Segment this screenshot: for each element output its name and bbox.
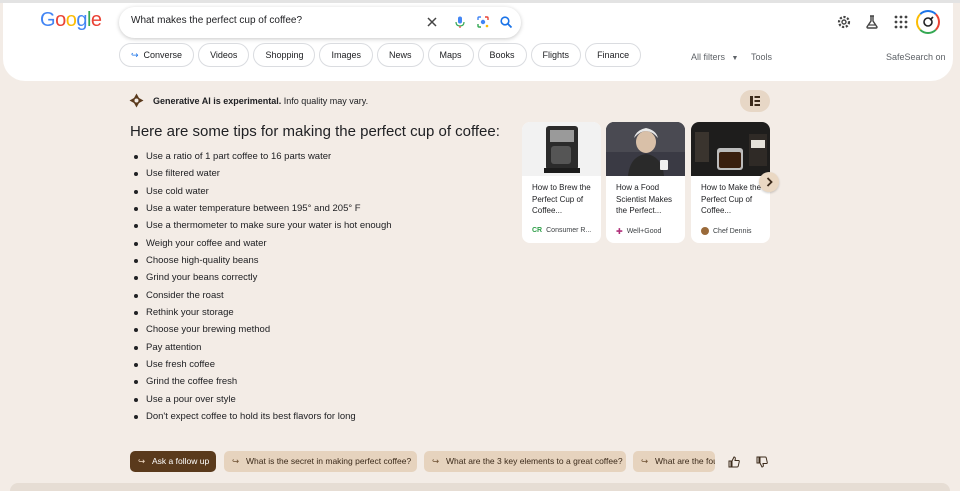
settings-icon[interactable] <box>836 14 852 30</box>
scientist-photo-image <box>606 122 685 176</box>
chip-label: Converse <box>143 50 183 60</box>
card-source: CR Consumer R... <box>532 227 591 234</box>
all-filters-button[interactable]: All filters ▼ <box>691 52 738 62</box>
ai-notice-rest: Info quality may vary. <box>281 95 369 106</box>
source-favicon-icon: ✚ <box>616 227 623 236</box>
lens-icon[interactable] <box>476 15 490 29</box>
source-name: Chef Dennis <box>713 227 752 235</box>
arrow-return-icon: ↪ <box>232 456 240 466</box>
thumbs-up-icon[interactable] <box>728 456 740 468</box>
suggestion-label: What is the secret in making perfect cof… <box>246 456 412 466</box>
search-tabs: ↪ Converse Videos Shopping Images News Ma… <box>119 43 642 68</box>
clear-icon[interactable] <box>425 15 439 29</box>
logo-letter: e <box>90 9 102 31</box>
list-item: Don't expect coffee to hold its best fla… <box>132 410 392 427</box>
tab-shopping[interactable]: Shopping <box>253 43 316 67</box>
results-divider <box>10 483 950 491</box>
list-item: Use a pour over style <box>132 393 392 410</box>
card-source: ✚ Well+Good <box>616 227 661 236</box>
source-name: Consumer R... <box>546 227 592 234</box>
list-item: Use a thermometer to make sure your wate… <box>132 219 392 236</box>
source-card[interactable]: How to Brew the Perfect Cup of Coffee...… <box>522 122 601 243</box>
tab-maps[interactable]: Maps <box>427 43 474 67</box>
tab-images[interactable]: Images <box>319 43 373 67</box>
ai-answer-heading: Here are some tips for making the perfec… <box>130 123 500 140</box>
tab-news[interactable]: News <box>377 43 424 67</box>
list-item: Use filtered water <box>132 167 392 184</box>
layout-toggle-button[interactable] <box>740 90 770 112</box>
source-name: Well+Good <box>626 228 662 235</box>
chevron-right-icon <box>766 177 773 187</box>
arrow-return-icon: ↪ <box>138 456 146 466</box>
header: Google What makes the perfect cup of cof… <box>3 3 953 81</box>
suggestion-chip[interactable]: ↪ What are the four <box>633 451 715 472</box>
list-view-icon <box>750 96 760 106</box>
tab-finance[interactable]: Finance <box>585 43 642 67</box>
card-title: How to Brew the Perfect Cup of Coffee... <box>532 183 591 216</box>
all-filters-label: All filters <box>691 52 726 62</box>
source-favicon-icon <box>701 227 709 235</box>
arrow-return-icon: ↪ <box>131 50 139 60</box>
list-item: Grind the coffee fresh <box>132 375 392 392</box>
card-source: Chef Dennis <box>701 227 752 235</box>
suggestion-chip[interactable]: ↪ What are the 3 key elements to a great… <box>424 451 626 472</box>
arrow-return-icon: ↪ <box>641 456 649 466</box>
thumbs-down-icon[interactable] <box>756 456 768 468</box>
labs-icon[interactable] <box>864 14 880 30</box>
carousel-next-button[interactable] <box>759 172 779 192</box>
list-item: Rethink your storage <box>132 306 392 323</box>
search-icon[interactable] <box>499 15 513 29</box>
list-item: Pay attention <box>132 341 392 358</box>
logo-letter: o <box>55 9 66 31</box>
list-item: Use a ratio of 1 part coffee to 16 parts… <box>132 150 392 167</box>
tools-button[interactable]: Tools <box>751 52 772 62</box>
card-title: How to Make the Perfect Cup of Coffee... <box>701 183 762 216</box>
caret-down-icon: ▼ <box>731 55 739 62</box>
suggestion-label: What are the four <box>655 456 715 466</box>
search-input[interactable]: What makes the perfect cup of coffee? <box>131 15 302 26</box>
list-item: Use cold water <box>132 185 392 202</box>
list-item: Choose your brewing method <box>132 323 392 340</box>
source-card[interactable]: How a Food Scientist Makes the Perfect..… <box>606 122 685 243</box>
sparkle-icon <box>129 93 144 108</box>
list-item: Grind your beans correctly <box>132 271 392 288</box>
tab-flights[interactable]: Flights <box>530 43 582 67</box>
avatar-logo-icon <box>923 16 934 27</box>
coffee-cup-image <box>691 122 770 176</box>
list-item: Consider the roast <box>132 289 392 306</box>
logo-letter: g <box>76 9 87 31</box>
apps-icon[interactable] <box>893 14 909 30</box>
list-item: Choose high-quality beans <box>132 254 392 271</box>
ask-follow-up-button[interactable]: ↪ Ask a follow up <box>130 451 216 472</box>
safesearch-button[interactable]: SafeSearch on <box>886 52 946 62</box>
list-item: Use fresh coffee <box>132 358 392 375</box>
suggestion-chip[interactable]: ↪ What is the secret in making perfect c… <box>224 451 417 472</box>
arrow-return-icon: ↪ <box>432 456 440 466</box>
suggestion-label: What are the 3 key elements to a great c… <box>446 456 623 466</box>
ai-notice-bold: Generative AI is experimental. <box>153 95 282 106</box>
ai-notice: Generative AI is experimental. Info qual… <box>129 93 368 108</box>
source-favicon-icon: CR <box>532 227 543 234</box>
logo-letter: G <box>40 9 56 31</box>
ai-notice-text: Generative AI is experimental. Info qual… <box>153 96 368 106</box>
ask-follow-up-label: Ask a follow up <box>152 456 210 466</box>
tips-list: Use a ratio of 1 part coffee to 16 parts… <box>132 150 392 428</box>
card-title: How a Food Scientist Makes the Perfect..… <box>616 183 673 216</box>
mic-icon[interactable] <box>453 15 467 29</box>
coffee-maker-image <box>522 122 601 176</box>
list-item: Use a water temperature between 195° and… <box>132 202 392 219</box>
google-logo[interactable]: Google <box>40 9 102 32</box>
list-item: Weigh your coffee and water <box>132 237 392 254</box>
tab-videos[interactable]: Videos <box>198 43 250 67</box>
search-box[interactable]: What makes the perfect cup of coffee? <box>119 7 521 38</box>
tab-books[interactable]: Books <box>477 43 527 67</box>
account-avatar[interactable] <box>916 10 940 34</box>
tab-converse[interactable]: ↪ Converse <box>119 43 195 67</box>
logo-letter: o <box>65 9 77 31</box>
